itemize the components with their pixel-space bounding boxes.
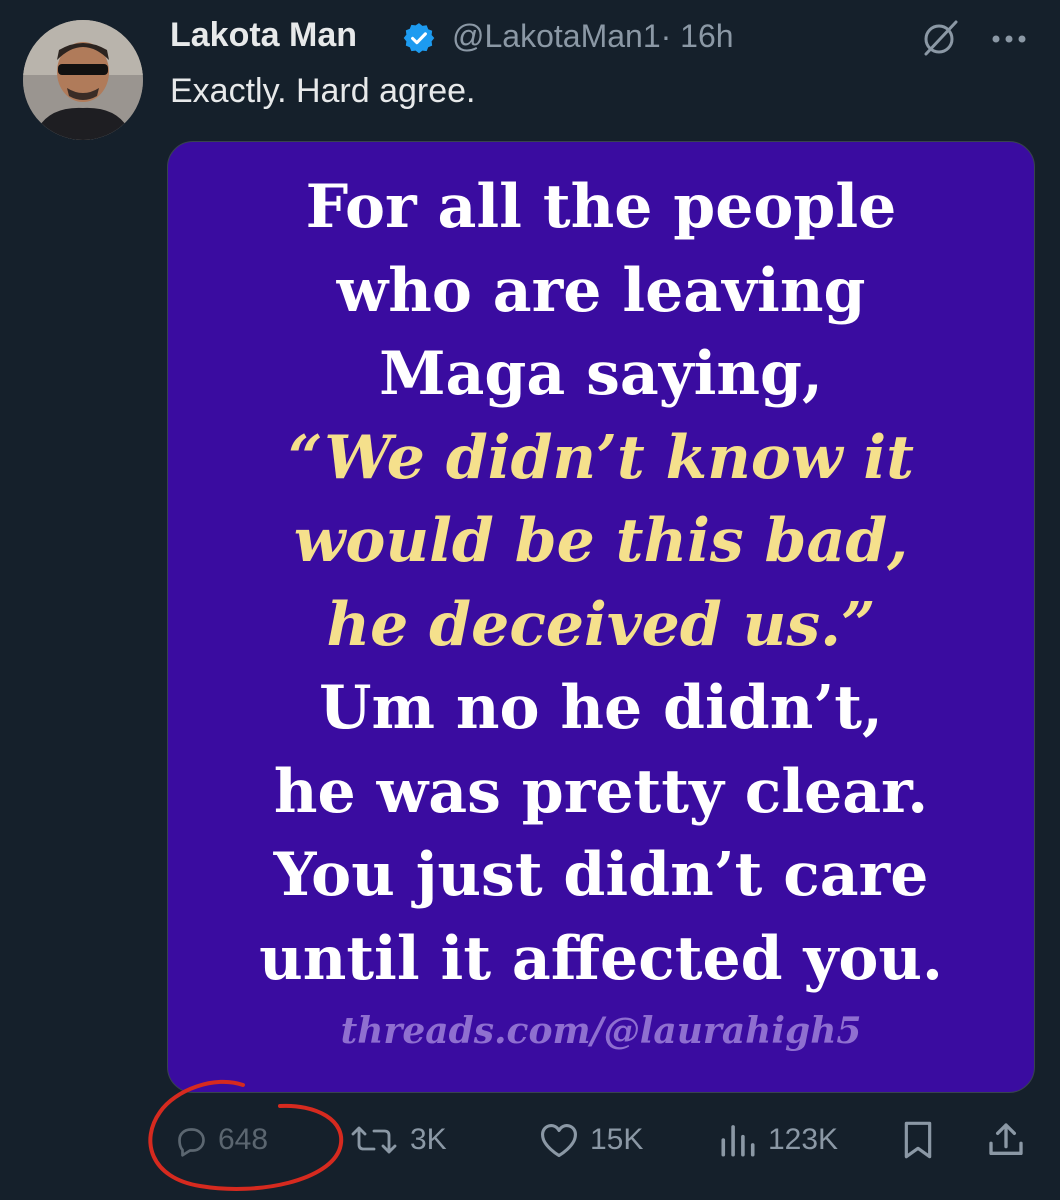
more-icon[interactable] [988,24,1030,54]
quote-line: who are leaving [336,255,866,326]
author-name[interactable]: Lakota Man [170,16,357,55]
tweet-image[interactable]: For all the people who are leaving Maga sa… [167,141,1035,1093]
reply-button[interactable]: 648 [172,1110,268,1170]
like-button[interactable]: 15K [538,1110,643,1170]
reply-icon [178,1128,205,1157]
share-icon [989,1123,1023,1155]
author-avatar[interactable] [23,20,143,140]
author-handle[interactable]: @LakotaMan1 [452,18,661,54]
views-button[interactable]: 123K [718,1110,838,1170]
image-quote-text: For all the people who are leaving Maga sa… [168,166,1034,1001]
share-button[interactable] [986,1110,1026,1170]
image-credit: threads.com/@laurahigh5 [340,1010,862,1052]
tweet-time[interactable]: 16h [680,18,733,54]
quote-line: until it affected you. [259,923,943,994]
like-icon [541,1124,577,1158]
quote-line: For all the people [305,172,897,242]
repost-button[interactable]: 3K [348,1110,447,1170]
bookmark-button[interactable] [900,1110,936,1170]
tweet-text: Exactly. Hard agree. [170,72,476,110]
meta-separator: · [660,18,672,54]
quote-line: You just didn’t care [273,840,929,910]
quote-line: he was pretty clear. [273,756,929,827]
views-icon [721,1125,755,1157]
views-count: 123K [768,1123,839,1156]
action-bar: 648 3K 15K 123K [0,1110,1060,1170]
verified-badge-icon [402,21,436,55]
like-count: 15K [590,1123,644,1156]
tweet-meta: @LakotaMan1· 16h [452,18,734,55]
tweet-header: Lakota Man @LakotaMan1· 16h [170,16,1030,60]
quote-line: would be this bad, [293,506,909,576]
grok-icon[interactable] [920,18,960,58]
quote-line: Um no he didn’t, [319,673,883,743]
quote-line: “We didn’t know it [288,422,914,493]
quote-line: he deceived us.” [326,589,876,660]
repost-count: 3K [410,1123,447,1156]
quote-line: Maga saying, [379,339,823,409]
reply-count: 648 [218,1123,269,1156]
bookmark-icon [904,1121,932,1159]
repost-icon [351,1126,397,1154]
